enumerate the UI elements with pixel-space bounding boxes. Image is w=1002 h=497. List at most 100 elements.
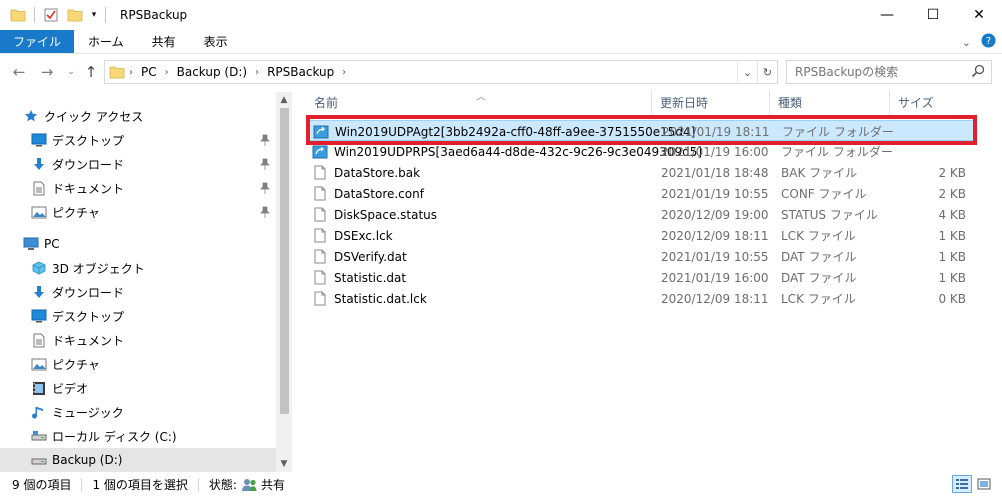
nav-item-label: ミュージック — [52, 405, 124, 420]
column-header-size[interactable]: サイズ — [890, 90, 970, 114]
address-bar-controls: ⌄ ↻ — [737, 61, 777, 83]
tab-home[interactable]: ホーム — [74, 30, 138, 53]
file-name: Statistic.dat — [334, 270, 407, 285]
file-date: 2021/01/19 10:55 — [661, 249, 769, 264]
pin-icon[interactable] — [260, 182, 270, 197]
nav-item-downloads[interactable]: ダウンロード — [30, 280, 276, 304]
drive-icon — [30, 427, 48, 445]
ribbon-right-controls: ⌄ ? — [962, 30, 996, 54]
file-type: STATUS ファイル — [781, 208, 878, 222]
breadcrumb-backup-drive[interactable]: Backup (D:) — [171, 65, 253, 79]
chevron-right-icon[interactable]: › — [127, 67, 135, 78]
file-row[interactable]: DiskSpace.status 2020/12/09 19:00 STATUS… — [306, 204, 976, 225]
document-icon — [30, 179, 48, 197]
help-icon[interactable]: ? — [981, 33, 996, 51]
scrollbar-thumb[interactable] — [280, 108, 289, 414]
search-box[interactable] — [786, 60, 992, 84]
pc-icon — [22, 235, 40, 253]
tab-share[interactable]: 共有 — [138, 30, 190, 53]
search-input[interactable] — [787, 65, 957, 79]
scroll-down-icon[interactable]: ▼ — [276, 456, 292, 472]
music-icon — [30, 403, 48, 421]
file-icon — [312, 165, 328, 181]
svg-text:?: ? — [986, 36, 991, 47]
file-row[interactable]: DSVerify.dat 2021/01/19 10:55 DAT ファイル 1… — [306, 246, 976, 267]
address-dropdown-button[interactable]: ⌄ — [737, 61, 757, 83]
new-folder-icon[interactable] — [63, 3, 87, 27]
chevron-right-icon[interactable]: › — [340, 67, 348, 78]
breadcrumb-pc[interactable]: PC — [135, 65, 163, 79]
file-row[interactable]: DataStore.conf 2021/01/19 10:55 CONF ファイ… — [306, 183, 976, 204]
large-icons-view-icon[interactable] — [974, 475, 994, 493]
up-button[interactable]: ↑ — [80, 61, 102, 83]
refresh-icon[interactable]: ↻ — [757, 61, 777, 83]
column-header-type[interactable]: 種類 — [770, 90, 890, 114]
breadcrumb-rpsbackup[interactable]: RPSBackup — [261, 65, 340, 79]
file-name: DSVerify.dat — [334, 249, 407, 264]
pin-icon[interactable] — [260, 206, 270, 221]
video-icon — [30, 379, 48, 397]
item-count: 9 個の項目 — [12, 478, 72, 492]
file-size: 0 KB — [938, 291, 966, 306]
nav-item-label: ダウンロード — [52, 285, 125, 300]
file-size: 2 KB — [938, 165, 966, 180]
file-row[interactable]: Statistic.dat.lck 2020/12/09 18:11 LCK フ… — [306, 288, 976, 309]
star-icon — [22, 107, 40, 125]
forward-button[interactable]: → — [36, 61, 58, 83]
file-icon — [312, 291, 328, 307]
nav-item-3d-objects[interactable]: 3D オブジェクト — [30, 256, 276, 280]
chevron-right-icon[interactable]: › — [163, 67, 171, 78]
back-button[interactable]: ← — [8, 61, 30, 83]
recent-locations-button[interactable]: ⌄ — [60, 61, 82, 83]
nav-item-desktop-quick[interactable]: デスクトップ — [30, 128, 276, 152]
minimize-button[interactable]: — — [864, 0, 910, 30]
nav-item-backup-drive[interactable]: Backup (D:) — [0, 448, 276, 472]
details-view-icon[interactable] — [952, 475, 972, 493]
picture-icon — [30, 203, 48, 221]
nav-item-music[interactable]: ミュージック — [30, 400, 276, 424]
chevron-right-icon[interactable]: › — [253, 67, 261, 78]
nav-item-downloads-quick[interactable]: ダウンロード — [30, 152, 276, 176]
nav-item-label: デスクトップ — [52, 133, 125, 148]
nav-item-documents-quick[interactable]: ドキュメント — [30, 176, 276, 200]
nav-scrollbar[interactable]: ▲ ▼ — [276, 92, 292, 472]
file-type: BAK ファイル — [781, 166, 858, 180]
file-date: 2021/01/19 16:00 — [661, 270, 769, 285]
nav-item-quick-access[interactable]: クイック アクセス — [22, 104, 276, 128]
tab-file[interactable]: ファイル — [0, 30, 75, 53]
scroll-up-icon[interactable]: ▲ — [276, 92, 292, 108]
file-size: 2 KB — [938, 186, 966, 201]
nav-item-label: ピクチャ — [52, 205, 100, 220]
nav-item-pc[interactable]: PC — [22, 232, 276, 256]
customize-toolbar-icon[interactable]: ▾ — [87, 3, 101, 27]
file-row[interactable]: Statistic.dat 2021/01/19 16:00 DAT ファイル … — [306, 267, 976, 288]
pin-icon[interactable] — [260, 158, 270, 173]
tab-view[interactable]: 表示 — [190, 30, 242, 53]
nav-item-pictures[interactable]: ピクチャ — [30, 352, 276, 376]
expand-ribbon-icon[interactable]: ⌄ — [962, 36, 971, 49]
nav-item-videos[interactable]: ビデオ — [30, 376, 276, 400]
toolbar-separator — [34, 7, 35, 23]
pin-icon[interactable] — [260, 134, 270, 149]
close-button[interactable]: ✕ — [956, 0, 1002, 30]
nav-item-local-disk-c[interactable]: ローカル ディスク (C:) — [30, 424, 276, 448]
desktop-icon — [30, 131, 48, 149]
cube-icon — [30, 259, 48, 277]
column-header-date[interactable]: 更新日時 — [652, 90, 770, 114]
nav-item-pictures-quick[interactable]: ピクチャ — [30, 200, 276, 224]
search-icon[interactable] — [971, 64, 985, 81]
nav-item-label: ビデオ — [52, 381, 89, 396]
file-date: 2021/01/19 10:55 — [661, 186, 769, 201]
maximize-button[interactable]: ☐ — [910, 0, 956, 30]
share-state-label: 状態: — [208, 478, 237, 492]
nav-item-label: PC — [44, 237, 60, 251]
properties-icon[interactable] — [39, 3, 63, 27]
address-bar[interactable]: › PC › Backup (D:) › RPSBackup › ⌄ ↻ — [104, 60, 778, 84]
drive-icon — [30, 451, 48, 469]
nav-item-documents[interactable]: ドキュメント — [30, 328, 276, 352]
nav-item-label: クイック アクセス — [44, 109, 144, 124]
file-row[interactable]: DSExc.lck 2020/12/09 18:11 LCK ファイル 1 KB — [306, 225, 976, 246]
nav-item-desktop[interactable]: デスクトップ — [30, 304, 276, 328]
column-header-name[interactable]: 名前 — [296, 90, 652, 114]
file-row[interactable]: DataStore.bak 2021/01/18 18:48 BAK ファイル … — [306, 162, 976, 183]
